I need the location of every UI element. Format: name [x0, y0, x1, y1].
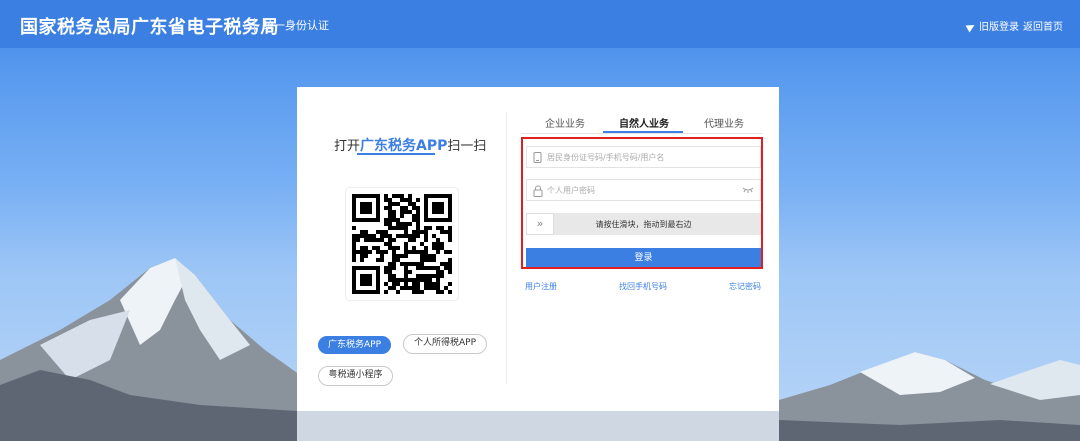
- register-link[interactable]: 用户注册: [525, 281, 557, 292]
- qr-instruction: 打开广东税务APP扫一扫: [334, 138, 487, 154]
- highlight-box: [521, 137, 763, 269]
- pill-personal-income-tax-app[interactable]: 个人所得税APP: [403, 334, 487, 354]
- forgot-password-link[interactable]: 忘记密码: [729, 281, 761, 292]
- tabs-baseline: [521, 133, 763, 134]
- tab-enterprise[interactable]: 企业业务: [545, 115, 585, 130]
- active-tab-indicator: [603, 131, 683, 133]
- qr-code: [345, 187, 459, 301]
- qr-title-underline: [357, 153, 435, 155]
- tab-agent[interactable]: 代理业务: [704, 115, 744, 130]
- pill-guangdong-tax-app[interactable]: 广东税务APP: [318, 336, 391, 354]
- tab-individual[interactable]: 自然人业务: [619, 115, 669, 130]
- qr-code-icon: [352, 194, 452, 294]
- column-divider: [506, 112, 507, 384]
- pill-yueshuitong-miniprogram[interactable]: 粤税通小程序: [318, 366, 393, 386]
- qr-app-name: 广东税务APP: [360, 138, 448, 154]
- retrieve-phone-link[interactable]: 找回手机号码: [619, 281, 667, 292]
- login-card: 打开广东税务APP扫一扫 广东税务APP 个人所得税APP 粤税通小程序 企业业…: [297, 87, 779, 411]
